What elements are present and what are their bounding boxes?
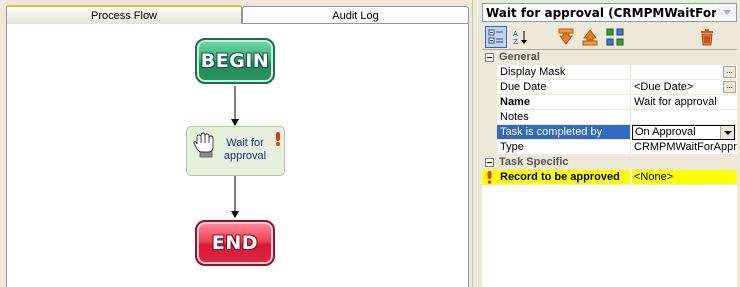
- tab-audit-log[interactable]: Audit Log: [242, 6, 469, 24]
- property-row-notes[interactable]: Notes: [482, 110, 737, 125]
- category-label: Task Specific: [499, 156, 569, 168]
- move-down-icon: [558, 28, 574, 45]
- property-name: Display Mask: [497, 65, 631, 80]
- process-flow-pane: Audit Log Process Flow BEGIN Wait for ap…: [0, 0, 471, 287]
- svg-text:A: A: [513, 30, 518, 38]
- property-name: Name: [497, 95, 631, 110]
- property-value[interactable]: <Due Date>: [632, 80, 737, 95]
- category-task-specific[interactable]: Task Specific: [482, 155, 737, 170]
- property-value[interactable]: [632, 110, 737, 125]
- move-down-button[interactable]: [555, 26, 577, 48]
- task-label-line1: Wait for: [226, 137, 264, 149]
- pane-splitter[interactable]: [472, 0, 478, 287]
- arrow-task-to-end: [231, 176, 239, 218]
- object-selector-value: Wait for approval (CRMPMWaitForApp: [486, 6, 716, 20]
- required-warning-icon: [487, 171, 492, 184]
- categorized-button[interactable]: [485, 26, 507, 48]
- category-general[interactable]: General: [482, 50, 737, 65]
- begin-node[interactable]: BEGIN: [195, 38, 275, 84]
- property-value[interactable]: [632, 65, 737, 80]
- property-value[interactable]: CRMPMWaitForAppr: [632, 140, 737, 155]
- property-row-due-date[interactable]: Due Date <Due Date> ...: [482, 80, 737, 95]
- property-name: Type: [497, 140, 631, 155]
- move-up-icon: [582, 29, 598, 46]
- property-value[interactable]: Wait for approval: [632, 95, 737, 110]
- property-row-display-mask[interactable]: Display Mask ...: [482, 65, 737, 80]
- categorized-icon: [488, 29, 503, 44]
- property-name: Record to be approved: [497, 170, 631, 185]
- delete-button[interactable]: [696, 26, 718, 48]
- move-up-button[interactable]: [579, 26, 601, 48]
- property-row-name[interactable]: Name Wait for approval: [482, 95, 737, 110]
- object-selector[interactable]: Wait for approval (CRMPMWaitForApp: [482, 3, 737, 22]
- property-name: Task is completed by: [497, 125, 631, 140]
- hand-icon: [193, 132, 214, 158]
- flow-canvas[interactable]: BEGIN Wait for approval END: [6, 23, 469, 287]
- svg-text:Z: Z: [513, 38, 518, 45]
- properties-pane: Wait for approval (CRMPMWaitForApp A Z: [479, 0, 740, 287]
- alphabetical-icon: A Z: [513, 30, 527, 45]
- task-label: Wait for approval: [215, 137, 275, 163]
- collapse-icon[interactable]: [485, 158, 494, 167]
- wait-for-approval-task-node[interactable]: Wait for approval: [186, 126, 285, 176]
- task-completed-by-dropdown[interactable]: On Approval: [632, 125, 735, 140]
- property-name: Due Date: [497, 80, 631, 95]
- chevron-down-icon[interactable]: [719, 4, 736, 21]
- chevron-down-icon[interactable]: [720, 126, 734, 139]
- alphabetical-button[interactable]: A Z: [510, 26, 532, 48]
- property-row-task-completed-by[interactable]: Task is completed by On Approval: [482, 125, 737, 140]
- warning-icon: [276, 132, 280, 146]
- task-label-line2: approval: [223, 150, 267, 162]
- property-row-type[interactable]: Type CRMPMWaitForAppr: [482, 140, 737, 155]
- property-value[interactable]: <None>: [632, 170, 737, 185]
- add-block-icon: [606, 28, 624, 46]
- delete-icon: [701, 29, 713, 46]
- property-row-record-to-be-approved[interactable]: Record to be approved <None>: [482, 170, 737, 185]
- end-node[interactable]: END: [195, 220, 275, 266]
- category-label: General: [499, 51, 540, 63]
- tab-process-flow[interactable]: Process Flow: [6, 5, 242, 24]
- collapse-icon[interactable]: [485, 53, 494, 62]
- properties-toolbar: A Z: [482, 25, 737, 49]
- ellipsis-button[interactable]: ...: [723, 66, 736, 78]
- arrow-begin-to-task: [231, 86, 239, 126]
- ellipsis-button[interactable]: ...: [723, 81, 736, 93]
- dropdown-value: On Approval: [635, 126, 696, 138]
- property-name: Notes: [497, 110, 631, 125]
- add-block-button[interactable]: [604, 26, 626, 48]
- property-grid: General Display Mask ... Due Date <Due D…: [482, 49, 737, 287]
